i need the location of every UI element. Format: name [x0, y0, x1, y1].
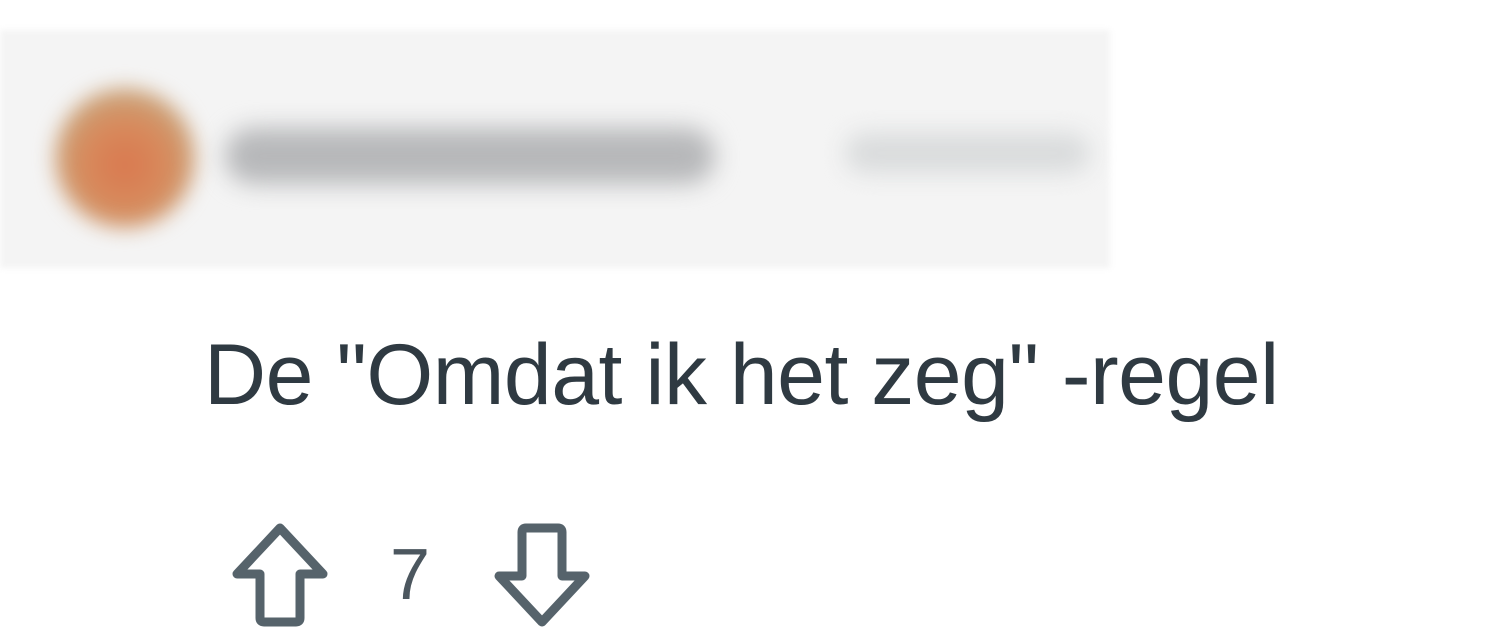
comment-body: De "Omdat ik het zeg" -regel — [204, 327, 1279, 423]
vote-count: 7 — [390, 535, 431, 615]
arrow-up-icon — [232, 523, 328, 627]
avatar[interactable] — [55, 88, 195, 228]
username-redacted[interactable] — [225, 128, 715, 184]
downvote-button[interactable] — [492, 520, 592, 630]
timestamp-redacted — [845, 133, 1090, 173]
upvote-button[interactable] — [230, 520, 330, 630]
arrow-down-icon — [494, 523, 590, 627]
vote-bar: 7 — [230, 520, 592, 630]
